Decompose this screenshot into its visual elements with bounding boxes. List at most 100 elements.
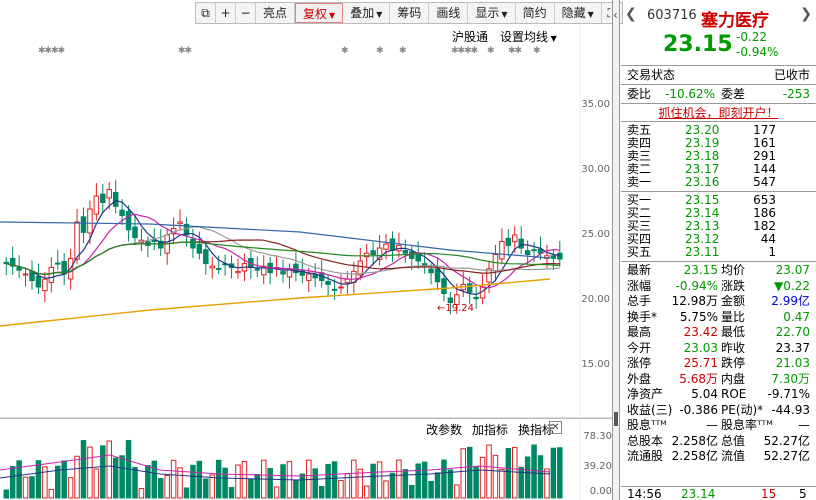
panel-splitter[interactable]: ‹ (612, 0, 620, 500)
promo-link[interactable]: 抓住机会，即刻开户！ (621, 104, 816, 122)
volume-bar (93, 468, 100, 499)
stat-row: 涨停 25.71 跌停 21.03 (627, 356, 810, 370)
info-marker[interactable]: ✱ (399, 46, 406, 56)
candle-body (80, 216, 87, 233)
info-marker[interactable]: ✱✱ (178, 46, 192, 56)
volume-bar (3, 489, 10, 499)
tick-row: 14:56 23.14 15 5 (621, 486, 816, 500)
stat-row: 流通股 2.258亿 流值 52.27亿 (627, 449, 810, 463)
volume-bar (228, 486, 235, 499)
price-tick: 15.00 (581, 359, 610, 370)
toolbar-button[interactable]: 亮点 (256, 3, 296, 23)
volume-axis: 78.30 39.20 0.00 (580, 428, 612, 500)
volume-bar (80, 440, 87, 499)
volume-bar (29, 476, 35, 499)
volume-bar (164, 474, 170, 499)
candle-body (54, 262, 61, 265)
candle-body (512, 234, 518, 243)
volume-bar (325, 463, 331, 499)
info-marker[interactable]: ✱ (533, 46, 540, 56)
stock-code: 603716 (647, 8, 697, 23)
candle-body (312, 273, 318, 279)
info-marker[interactable]: ✱ (487, 46, 494, 56)
stat-row: 外盘 5.68万 内盘 7.30万 (627, 371, 810, 386)
volume-bar (106, 440, 112, 499)
volume-bar (473, 466, 479, 499)
volume-bar (492, 454, 499, 499)
add-indicator-link[interactable]: 加指标 (472, 421, 508, 438)
volume-bar (9, 466, 16, 499)
zoom-out-icon[interactable]: − (236, 3, 256, 23)
candle-body (524, 250, 531, 256)
volume-bar (119, 455, 125, 499)
stat-row: 涨幅 -0.94% 涨跌 ▼0.22 (627, 278, 810, 293)
volume-bar (112, 457, 119, 499)
candle-body (119, 209, 125, 216)
chevron-down-icon: ▼ (329, 11, 336, 20)
info-marker[interactable]: ✱✱✱✱ (38, 46, 65, 56)
volume-bar (537, 455, 544, 499)
toolbar-button[interactable]: 复权 ▼ (295, 3, 344, 23)
set-ma-link[interactable]: 设置均线 ▼ (500, 28, 557, 45)
volume-bar (215, 459, 222, 499)
params-link[interactable]: 改参数 (426, 421, 462, 438)
volume-bar (61, 460, 67, 499)
volume-bar (145, 465, 151, 499)
candle-body (325, 280, 331, 285)
volume-bar (428, 480, 434, 499)
volume-bar (22, 476, 29, 499)
hk-connect-link[interactable]: 沪股通 (452, 28, 488, 45)
volume-bar (447, 469, 454, 499)
toolbar-button[interactable]: 筹码 (390, 3, 430, 23)
kline-chart-area[interactable]: ⧉+−亮点复权▼叠加▼筹码画线显示▼简约隐藏▼⛶ 沪股通 设置均线 ▼ ✱✱✱✱… (0, 0, 623, 500)
toolbar-button[interactable]: 显示 ▼ (468, 3, 516, 23)
info-marker[interactable]: ✱✱✱✱ (451, 46, 478, 56)
stats-table: 最新 23.15 均价 23.07 涨幅 -0.94% 涨跌 ▼0.22 总手 12.98万 金额 2… (621, 262, 816, 465)
volume-bar (222, 467, 228, 499)
candle-body (428, 268, 434, 274)
price-tick: 30.00 (581, 164, 610, 175)
volume-bar (550, 447, 557, 499)
chart-toolbar: ⧉+−亮点复权▼叠加▼筹码画线显示▼简约隐藏▼⛶ (195, 2, 623, 24)
candle-body (441, 278, 447, 295)
volume-bar (196, 460, 203, 499)
layout-icon[interactable]: ⧉ (196, 3, 216, 23)
price-tick: 35.00 (581, 99, 610, 110)
close-icon[interactable]: ✕ (549, 421, 562, 434)
info-marker[interactable]: ✱✱ (508, 46, 522, 56)
candle-body (499, 241, 505, 260)
volume-bar (254, 474, 261, 499)
volume-bar (434, 472, 441, 499)
candle-body (447, 297, 454, 304)
volume-bar (312, 468, 318, 499)
indicator-links: 改参数 加指标 换指标 (426, 421, 554, 438)
current-price: 23.15 (663, 32, 733, 57)
toolbar-button[interactable]: 简约 (516, 3, 555, 23)
buy-level-row[interactable]: 买五 23.11 1 (621, 246, 816, 259)
collapse-icon[interactable]: ‹ (613, 8, 618, 22)
splitter-handle[interactable] (614, 412, 618, 426)
sell-level-row[interactable]: 卖一 23.16 547 (621, 176, 816, 189)
info-markers: ✱✱✱✱ ✱✱ ✱ ✱ ✱ ✱✱✱✱ ✱ ✱✱ ✱ (0, 46, 560, 56)
toolbar-button[interactable]: 叠加 ▼ (343, 3, 391, 23)
candle-body (35, 275, 42, 288)
volume-bar (512, 447, 518, 499)
volume-bar (415, 463, 421, 499)
info-marker[interactable]: ✱ (376, 46, 383, 56)
candle-body (16, 267, 22, 271)
volume-bar (267, 467, 273, 499)
volume-bar (273, 486, 280, 499)
zoom-in-icon[interactable]: + (216, 3, 236, 23)
stat-row: 换手* 5.75% 量比 0.47 (627, 309, 810, 324)
prev-stock-icon[interactable]: ❮ (625, 6, 637, 22)
next-stock-icon[interactable]: ❯ (800, 6, 812, 22)
trade-status: 交易状态 已收市 (621, 66, 816, 85)
candle-body (370, 250, 376, 256)
volume-bar (203, 478, 209, 499)
toolbar-button[interactable]: 画线 (429, 3, 469, 23)
info-marker[interactable]: ✱ (341, 46, 348, 56)
candle-body (209, 265, 215, 269)
candle-body (466, 283, 473, 293)
volume-bar (280, 464, 286, 499)
candle-body (505, 237, 512, 246)
